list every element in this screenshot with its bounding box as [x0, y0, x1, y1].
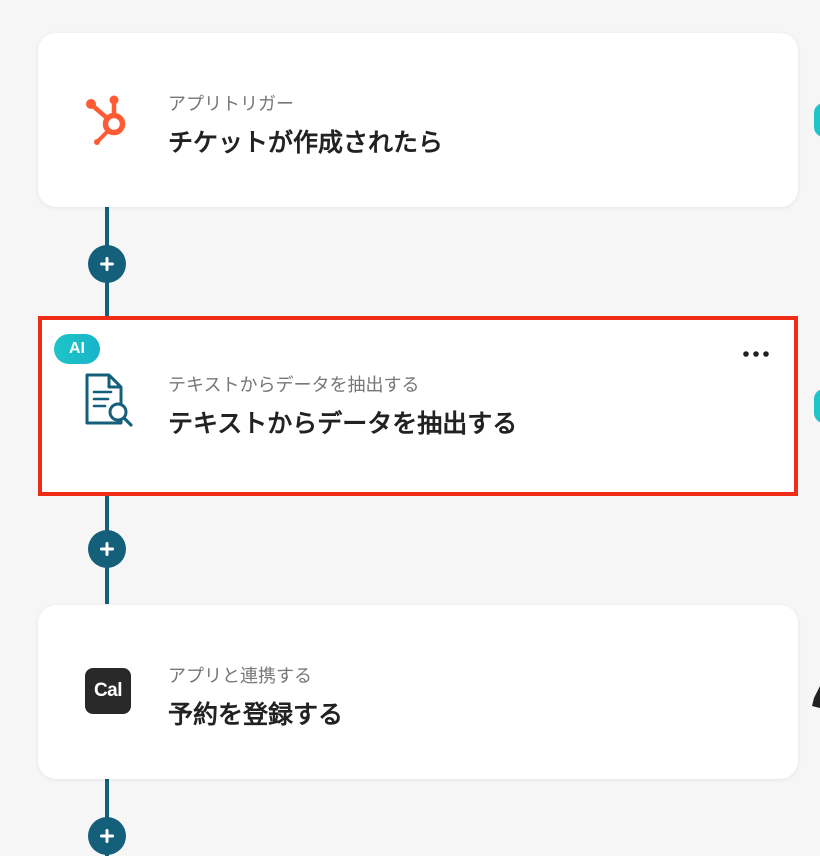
step-title: 予約を登録する	[168, 700, 344, 729]
flow-step-trigger[interactable]: アプリトリガー チケットが作成されたら	[38, 33, 798, 207]
plus-icon	[100, 542, 114, 556]
flow-step-ai-extract[interactable]: AI テキストからデータを抽出する テキストからデータを抽出する	[38, 316, 798, 496]
plus-icon	[100, 257, 114, 271]
step-subtitle: アプリと連携する	[168, 666, 312, 687]
step-title: チケットが作成されたら	[168, 128, 444, 157]
add-step-button[interactable]	[88, 245, 126, 283]
document-search-icon	[80, 372, 136, 428]
ai-badge: AI	[54, 334, 100, 364]
more-options-button[interactable]	[738, 340, 774, 368]
add-step-button[interactable]	[88, 530, 126, 568]
cal-logo: Cal	[85, 668, 131, 714]
more-horizontal-icon	[743, 351, 769, 357]
step-subtitle: アプリトリガー	[168, 94, 294, 115]
plus-icon	[100, 829, 114, 843]
step-subtitle: テキストからデータを抽出する	[168, 375, 420, 396]
side-panel-icon	[812, 686, 820, 708]
cal-com-icon: Cal	[80, 663, 136, 719]
flow-step-cal-booking[interactable]: Cal アプリと連携する 予約を登録する	[38, 605, 798, 779]
side-panel-marker	[814, 389, 820, 423]
step-title: テキストからデータを抽出する	[168, 409, 518, 438]
add-step-button[interactable]	[88, 817, 126, 855]
side-panel-marker	[814, 103, 820, 137]
hubspot-icon	[80, 91, 136, 147]
